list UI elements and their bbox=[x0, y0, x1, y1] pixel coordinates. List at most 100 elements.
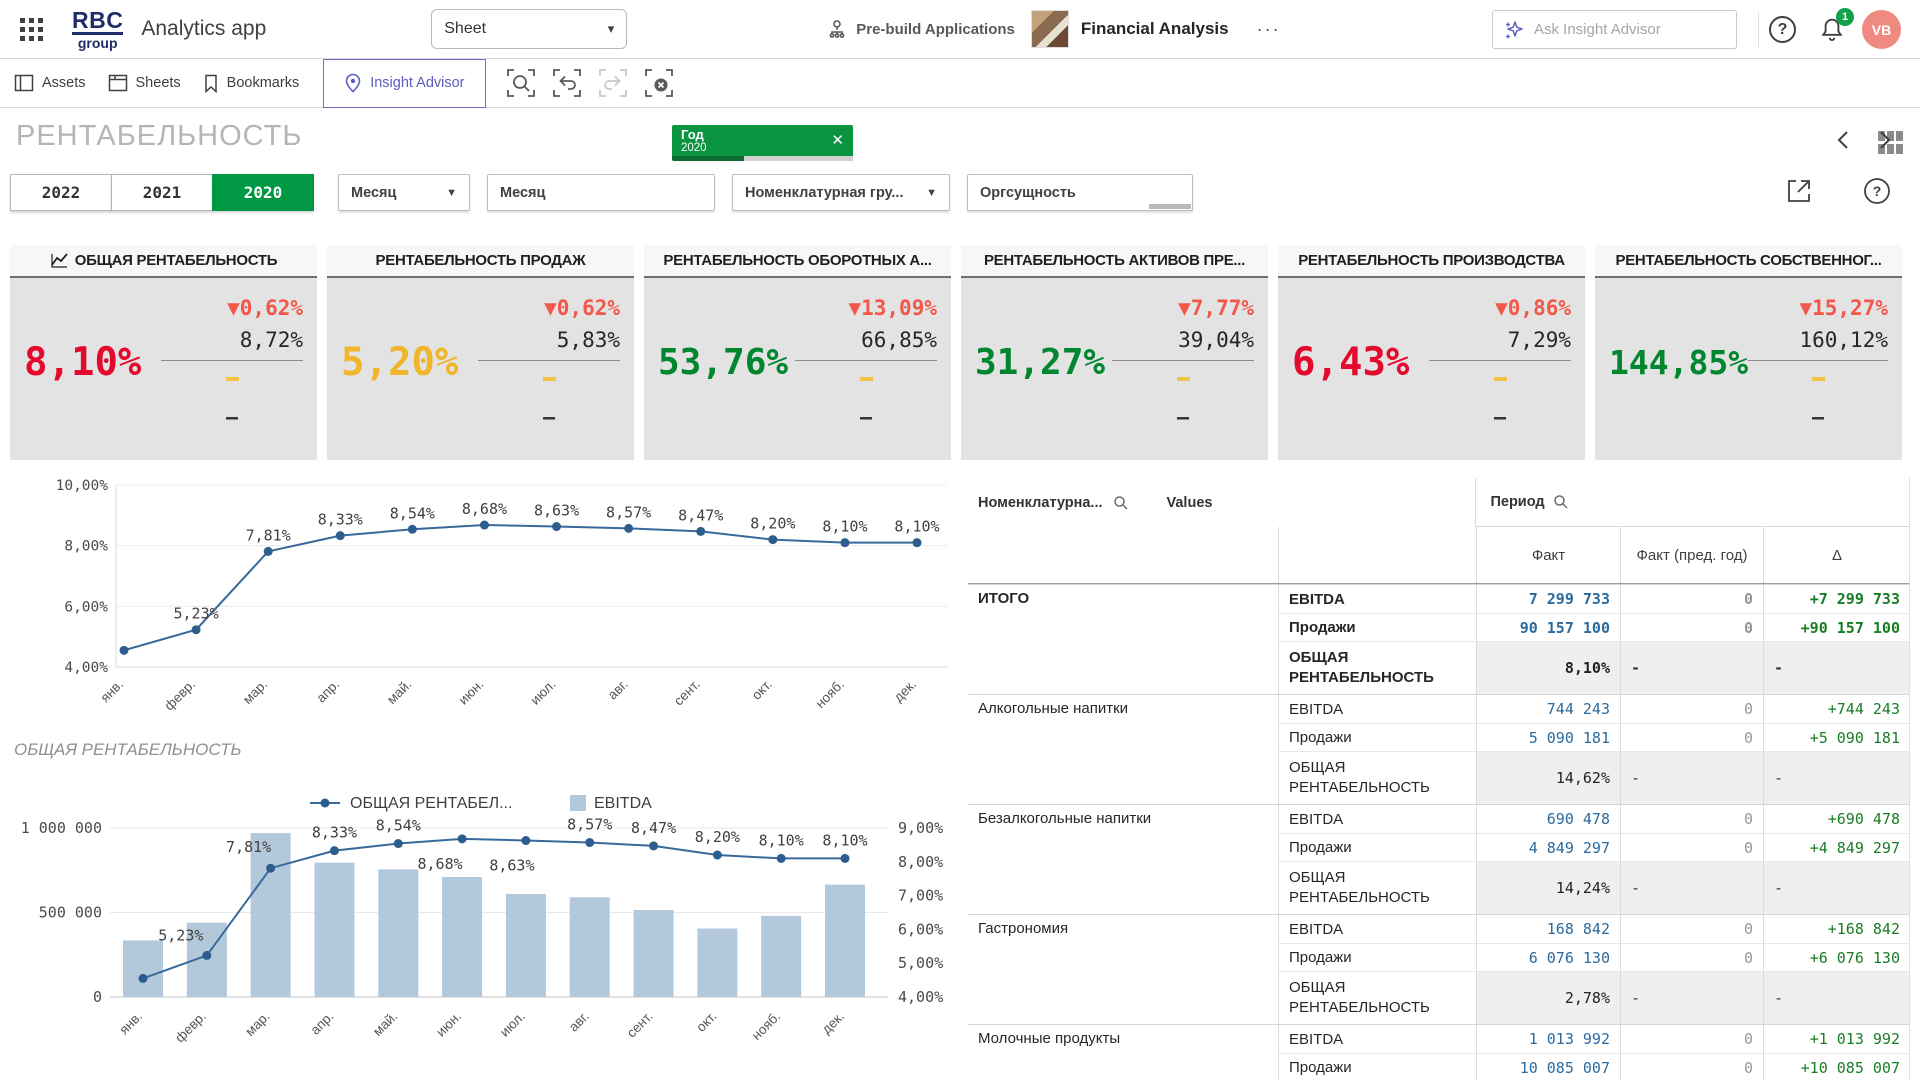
insight-advisor-button[interactable]: Insight Advisor bbox=[323, 59, 485, 108]
search-selections-icon[interactable] bbox=[504, 66, 538, 100]
pivot-delta-cell[interactable]: +5 090 181 bbox=[1763, 723, 1910, 751]
pivot-prev-year-cell[interactable]: 0 bbox=[1620, 695, 1763, 723]
pivot-fact-cell[interactable]: 10 085 007 bbox=[1476, 1053, 1620, 1080]
insight-advisor-searchbox[interactable] bbox=[1492, 10, 1737, 49]
pivot-measure-cell[interactable]: EBITDA bbox=[1278, 695, 1476, 723]
more-options-button[interactable]: ··· bbox=[1257, 19, 1281, 40]
pivot-delta-cell[interactable]: +7 299 733 bbox=[1763, 585, 1910, 613]
data-point[interactable] bbox=[552, 522, 561, 531]
pivot-fact-cell[interactable]: 14,62% bbox=[1476, 751, 1620, 804]
sheet-help-icon[interactable]: ? bbox=[1862, 176, 1892, 206]
search-icon[interactable] bbox=[1553, 494, 1569, 510]
pivot-measure-cell[interactable]: ОБЩАЯ РЕНТАБЕЛЬНОСТЬ bbox=[1278, 751, 1476, 804]
ebitda-bar[interactable] bbox=[570, 897, 610, 997]
pivot-delta-cell[interactable]: +6 076 130 bbox=[1763, 943, 1910, 971]
kpi-card[interactable]: ОБЩАЯ РЕНТАБЕЛЬНОСТЬ8,10%▼0,62%8,72%– bbox=[10, 245, 317, 462]
ebitda-bar[interactable] bbox=[442, 877, 482, 997]
ebitda-bar[interactable] bbox=[634, 910, 674, 997]
pivot-subheader[interactable]: Факт bbox=[1476, 527, 1620, 583]
pivot-fact-cell[interactable]: 744 243 bbox=[1476, 695, 1620, 723]
org-entity-listbox[interactable]: Оргсущность bbox=[967, 174, 1193, 211]
listbox-scrollbar[interactable] bbox=[1149, 204, 1191, 209]
pivot-delta-cell[interactable]: +4 849 297 bbox=[1763, 833, 1910, 861]
year-button-2021[interactable]: 2021 bbox=[111, 174, 213, 211]
pivot-table[interactable]: Номенклатурна... Values Период ФактФакт (пр… bbox=[968, 478, 1910, 1080]
app-menu-icon[interactable] bbox=[18, 16, 44, 42]
ebitda-bar[interactable] bbox=[251, 833, 291, 997]
data-point[interactable] bbox=[649, 841, 658, 850]
pivot-fact-cell[interactable]: 7 299 733 bbox=[1476, 585, 1620, 613]
data-point[interactable] bbox=[266, 864, 275, 873]
ebitda-bar[interactable] bbox=[697, 929, 737, 997]
legend-line-label[interactable]: ОБЩАЯ РЕНТАБЕЛ... bbox=[350, 795, 512, 812]
pivot-fact-cell[interactable]: 90 157 100 bbox=[1476, 613, 1620, 641]
user-avatar[interactable]: VB bbox=[1862, 10, 1901, 49]
pivot-row-dimension[interactable]: Безалкогольные напитки bbox=[968, 805, 1278, 914]
pivot-delta-cell[interactable]: +1 013 992 bbox=[1763, 1025, 1910, 1053]
pivot-delta-cell[interactable]: - bbox=[1763, 751, 1910, 804]
app-thumbnail[interactable] bbox=[1031, 10, 1069, 48]
pivot-delta-cell[interactable]: +90 157 100 bbox=[1763, 613, 1910, 641]
pivot-measure-cell[interactable]: EBITDA bbox=[1278, 915, 1476, 943]
ebitda-bar[interactable] bbox=[378, 869, 418, 997]
clear-selections-icon[interactable] bbox=[642, 66, 676, 100]
pivot-row-dimension[interactable]: Алкогольные напитки bbox=[968, 695, 1278, 804]
month-dropdown[interactable]: Месяц ▼ bbox=[338, 174, 470, 211]
pivot-prev-year-cell[interactable]: - bbox=[1620, 751, 1763, 804]
ebitda-bar[interactable] bbox=[825, 885, 865, 997]
data-point[interactable] bbox=[696, 527, 705, 536]
pivot-prev-year-cell[interactable]: 0 bbox=[1620, 613, 1763, 641]
pivot-measure-cell[interactable]: ОБЩАЯ РЕНТАБЕЛЬНОСТЬ bbox=[1278, 641, 1476, 694]
pivot-prev-year-cell[interactable]: 0 bbox=[1620, 915, 1763, 943]
nomenclature-dropdown[interactable]: Номенклатурная гру... ▼ bbox=[732, 174, 950, 211]
pivot-delta-cell[interactable]: +690 478 bbox=[1763, 805, 1910, 833]
pivot-measure-cell[interactable]: Продажи bbox=[1278, 943, 1476, 971]
pivot-delta-cell[interactable]: - bbox=[1763, 971, 1910, 1024]
prebuild-applications-link[interactable]: Pre-build Applications bbox=[827, 19, 1015, 39]
pivot-row-dimension[interactable]: Молочные продукты bbox=[968, 1025, 1278, 1080]
pivot-prev-year-cell[interactable]: - bbox=[1620, 971, 1763, 1024]
filter-chip-year[interactable]: Год 2020 ✕ bbox=[672, 125, 853, 161]
pivot-row-dimension[interactable]: Гастрономия bbox=[968, 915, 1278, 1024]
pivot-prev-year-cell[interactable]: 0 bbox=[1620, 805, 1763, 833]
pivot-values-header[interactable]: Values bbox=[1167, 495, 1213, 511]
kpi-card[interactable]: РЕНТАБЕЛЬНОСТЬ СОБСТВЕННОГ...144,85%▼15,… bbox=[1595, 245, 1902, 462]
data-point[interactable] bbox=[394, 839, 403, 848]
year-button-2022[interactable]: 2022 bbox=[10, 174, 112, 211]
pivot-measure-cell[interactable]: ОБЩАЯ РЕНТАБЕЛЬНОСТЬ bbox=[1278, 861, 1476, 914]
pivot-fact-cell[interactable]: 1 013 992 bbox=[1476, 1025, 1620, 1053]
ebitda-bar[interactable] bbox=[506, 894, 546, 997]
pivot-delta-cell[interactable]: - bbox=[1763, 861, 1910, 914]
pivot-prev-year-cell[interactable]: 0 bbox=[1620, 585, 1763, 613]
pivot-prev-year-cell[interactable]: - bbox=[1620, 641, 1763, 694]
pivot-measure-cell[interactable]: EBITDA bbox=[1278, 1025, 1476, 1053]
pivot-fact-cell[interactable]: 14,24% bbox=[1476, 861, 1620, 914]
pivot-fact-cell[interactable]: 168 842 bbox=[1476, 915, 1620, 943]
prev-sheet-arrow[interactable] bbox=[1832, 128, 1856, 152]
data-point[interactable] bbox=[202, 951, 211, 960]
redo-selection-icon[interactable] bbox=[596, 66, 630, 100]
data-point[interactable] bbox=[192, 625, 201, 634]
data-point[interactable] bbox=[264, 547, 273, 556]
data-point[interactable] bbox=[777, 854, 786, 863]
data-point[interactable] bbox=[624, 524, 633, 533]
pivot-fact-cell[interactable]: 5 090 181 bbox=[1476, 723, 1620, 751]
pivot-period-header[interactable]: Период bbox=[1490, 494, 1544, 510]
assets-button[interactable]: Assets bbox=[14, 74, 86, 92]
ask-insight-advisor-input[interactable] bbox=[1534, 21, 1704, 38]
bookmarks-button[interactable]: Bookmarks bbox=[203, 74, 300, 93]
data-point[interactable] bbox=[841, 854, 850, 863]
pivot-subheader[interactable]: Факт (пред. год) bbox=[1620, 527, 1763, 583]
pivot-prev-year-cell[interactable]: 0 bbox=[1620, 943, 1763, 971]
pivot-dimension-header[interactable]: Номенклатурна... bbox=[978, 495, 1103, 511]
pivot-fact-cell[interactable]: 8,10% bbox=[1476, 641, 1620, 694]
data-point[interactable] bbox=[458, 834, 467, 843]
pivot-subheader[interactable]: Δ bbox=[1763, 527, 1910, 583]
pivot-measure-cell[interactable]: Продажи bbox=[1278, 723, 1476, 751]
search-icon[interactable] bbox=[1113, 495, 1129, 511]
data-point[interactable] bbox=[713, 851, 722, 860]
data-point[interactable] bbox=[585, 838, 594, 847]
pivot-fact-cell[interactable]: 4 849 297 bbox=[1476, 833, 1620, 861]
kpi-card[interactable]: РЕНТАБЕЛЬНОСТЬ ПРОИЗВОДСТВА6,43%▼0,86%7,… bbox=[1278, 245, 1585, 462]
data-point[interactable] bbox=[768, 535, 777, 544]
